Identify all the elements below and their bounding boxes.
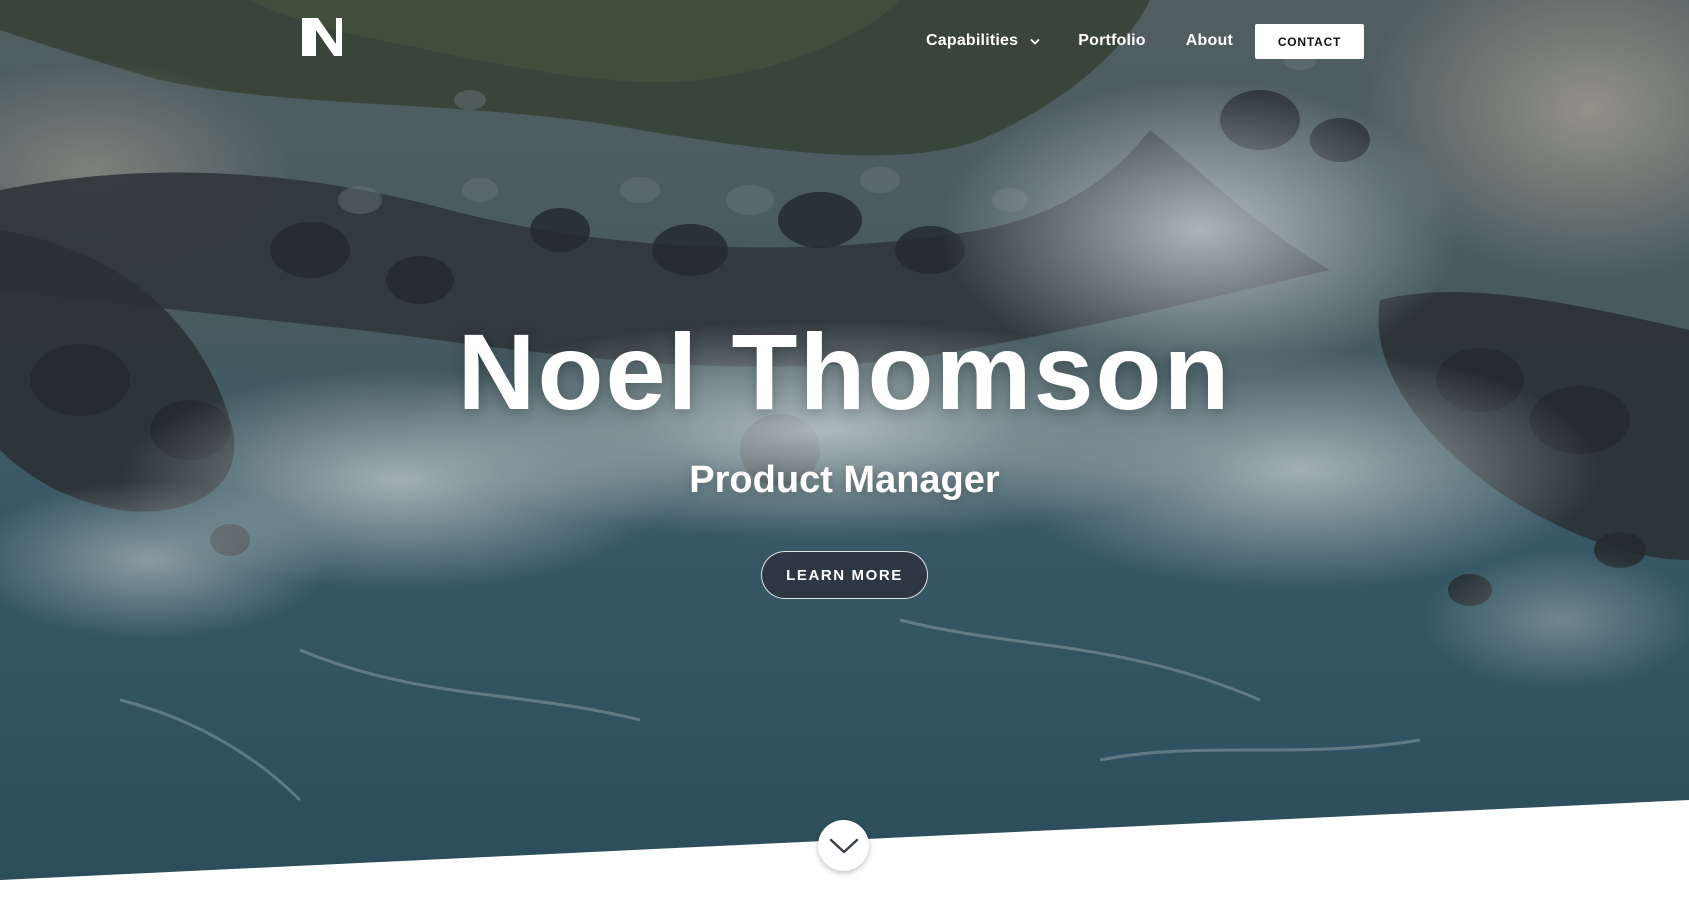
hero-title: Noel Thomson [457,311,1232,432]
hero-section: Capabilities Portfolio About CONTACT Noe… [0,0,1689,880]
nav-links: Capabilities Portfolio About [926,24,1233,58]
scroll-down-button[interactable] [818,820,869,871]
nav-item-label: Portfolio [1078,32,1146,49]
n-letter-logo-icon[interactable] [302,18,342,56]
top-navigation: Capabilities Portfolio About CONTACT [0,0,1689,85]
contact-button[interactable]: CONTACT [1255,24,1364,59]
hero-subtitle: Product Manager [689,459,1000,501]
chevron-down-icon [1030,39,1040,45]
nav-item-label: Capabilities [926,32,1019,49]
hero-background-image [0,0,1689,880]
nav-item-label: About [1185,32,1233,49]
nav-item-capabilities[interactable]: Capabilities [926,32,1040,50]
learn-more-button[interactable]: LEARN MORE [761,551,928,599]
nav-item-about[interactable]: About [1186,32,1233,50]
chevron-down-icon [829,838,858,853]
nav-item-portfolio[interactable]: Portfolio [1078,32,1146,50]
